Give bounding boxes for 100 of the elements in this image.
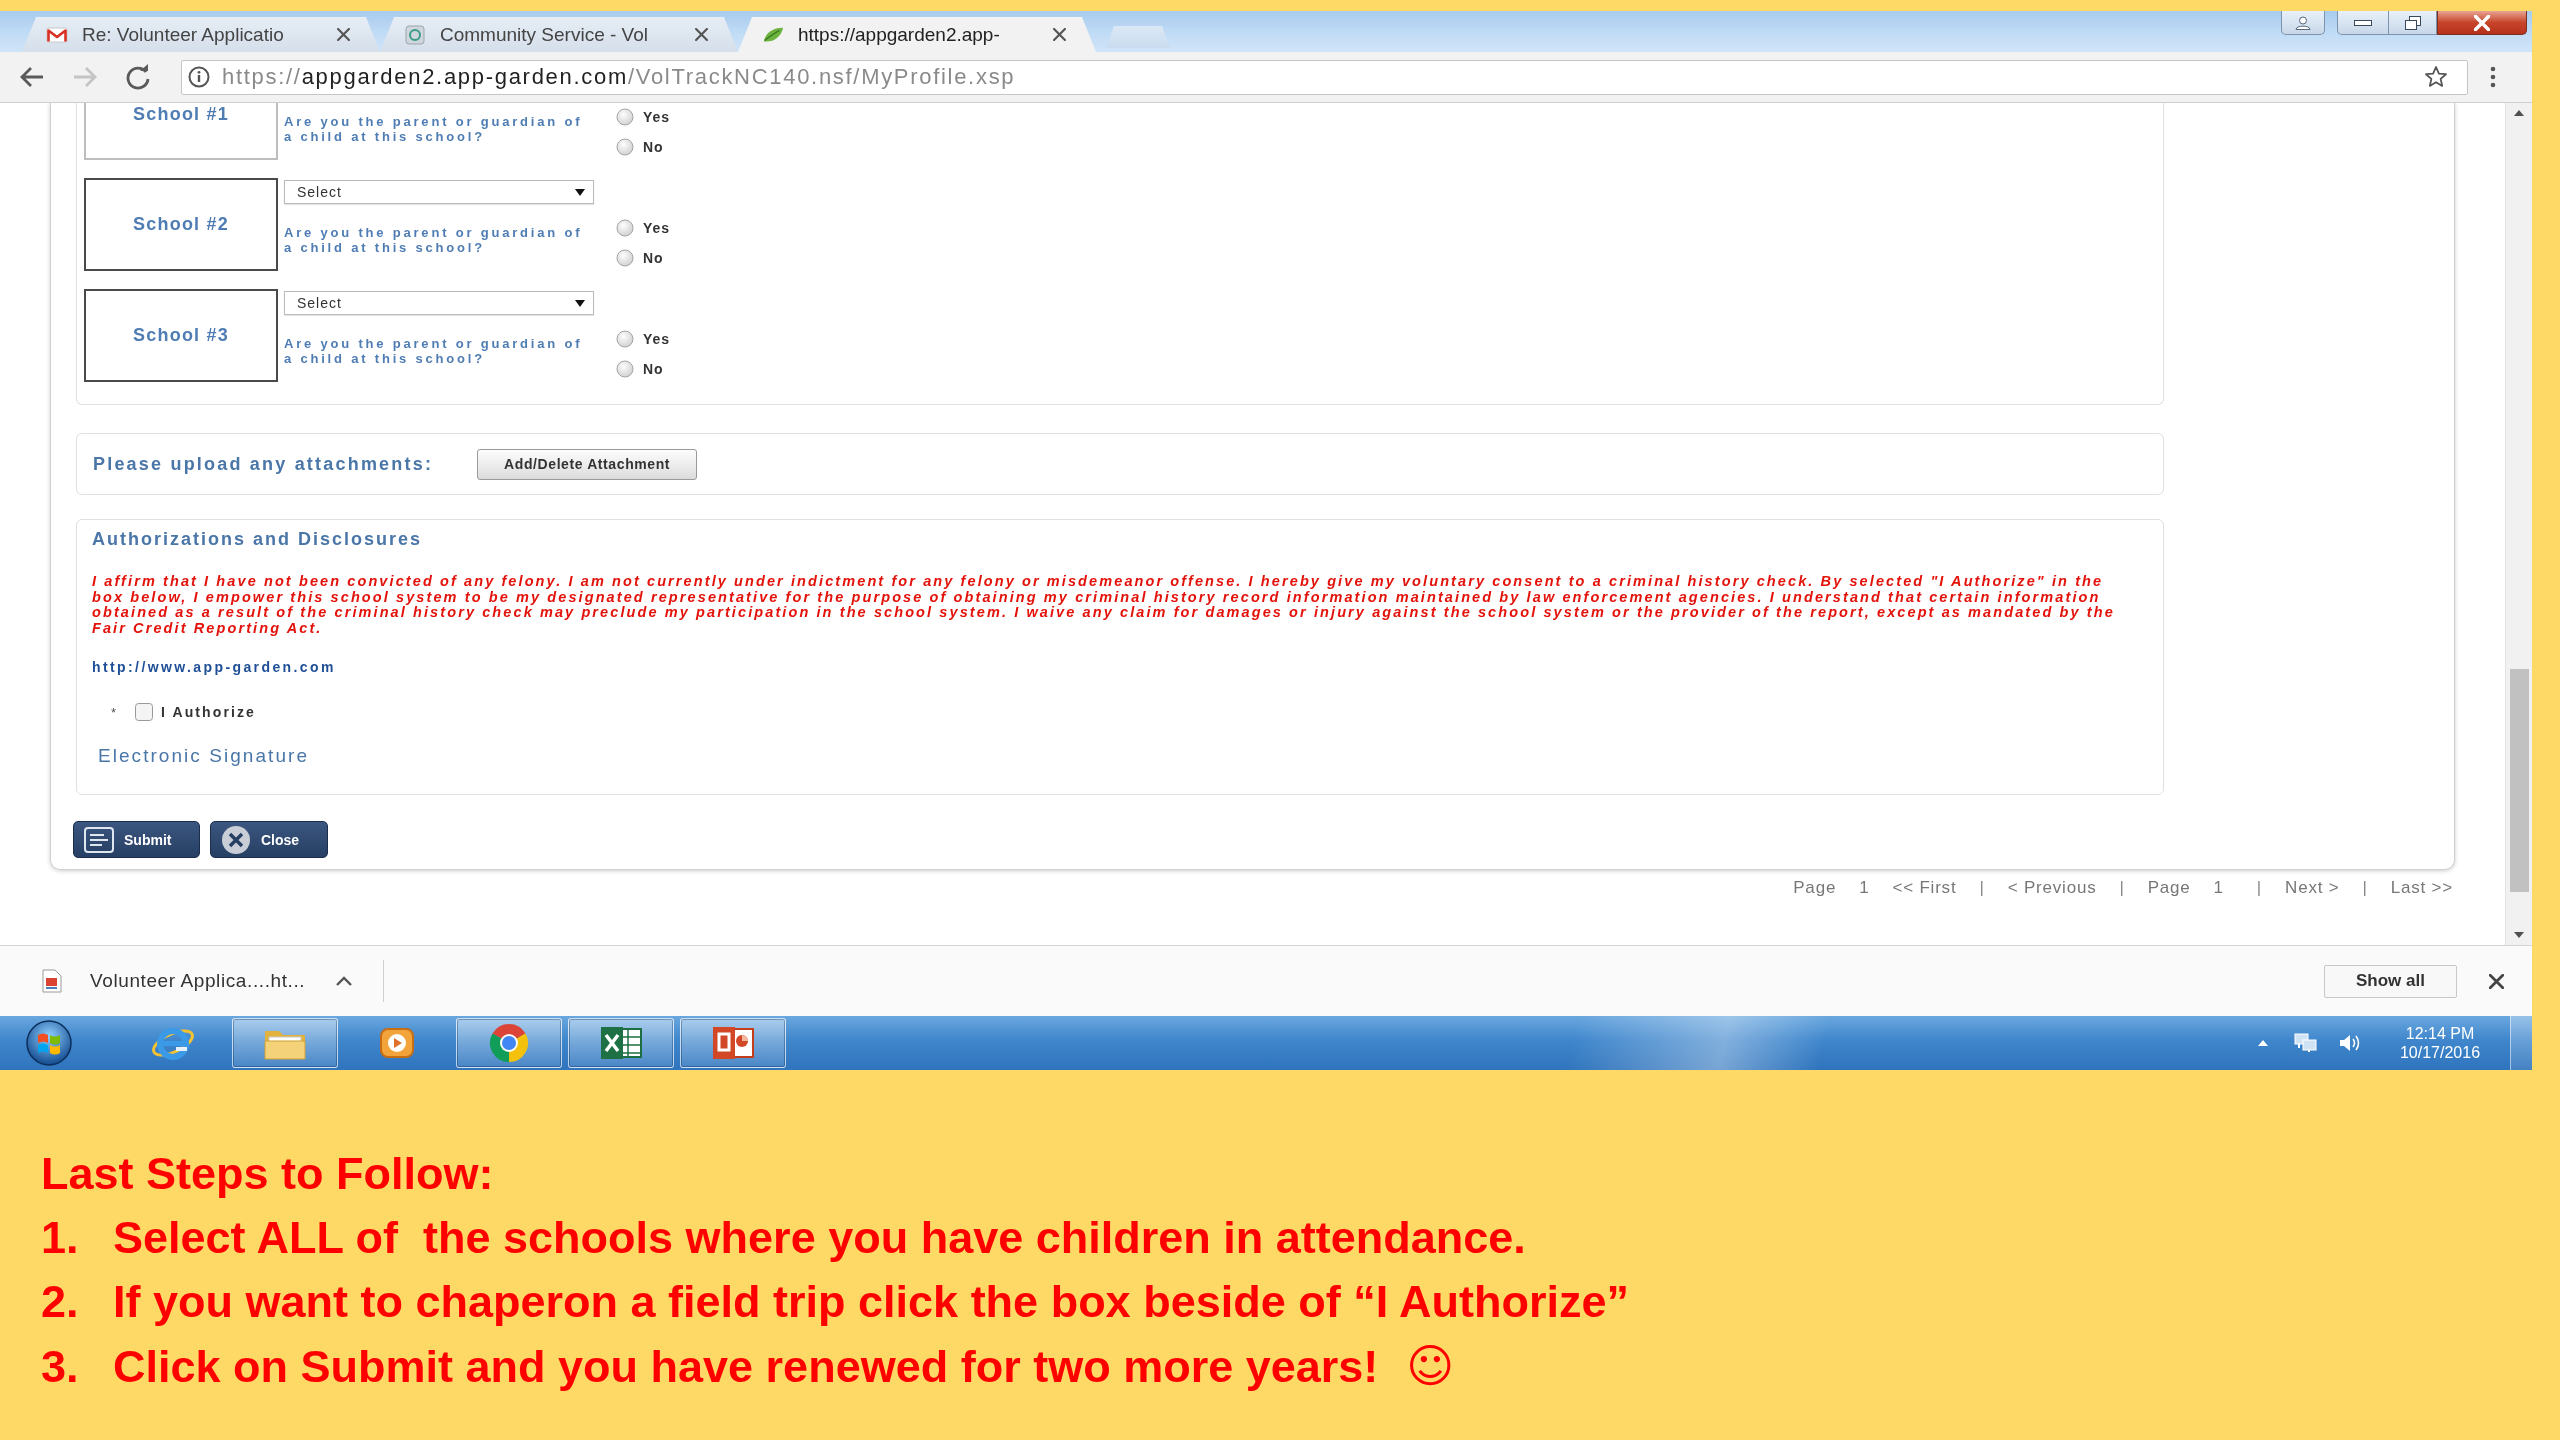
option-label: No bbox=[643, 250, 664, 266]
taskbar-button[interactable] bbox=[456, 1018, 562, 1068]
close-icon bbox=[2474, 14, 2490, 31]
file-icon bbox=[42, 969, 62, 993]
clock-date[interactable]: 10/17/2016 bbox=[2399, 1043, 2481, 1062]
pagination-link[interactable]: Next > bbox=[2285, 878, 2340, 898]
mail-icon bbox=[46, 26, 68, 43]
radio-button[interactable] bbox=[616, 108, 634, 126]
step-number: 2. bbox=[41, 1275, 80, 1329]
pagination-link[interactable]: Last >> bbox=[2390, 878, 2453, 898]
radio-button[interactable] bbox=[616, 138, 634, 156]
reload-icon[interactable] bbox=[124, 63, 152, 91]
required-mark: * bbox=[111, 704, 118, 720]
pagination-text: Page bbox=[2147, 878, 2191, 898]
show-desktop-button[interactable] bbox=[2510, 1016, 2532, 1070]
pagination-separator: | bbox=[1979, 878, 1985, 898]
pagination-text: 1 bbox=[2213, 878, 2224, 898]
checkbox-label: I Authorize bbox=[161, 704, 256, 720]
pagination-link[interactable]: < Previous bbox=[2007, 878, 2097, 898]
close-icon bbox=[221, 824, 251, 855]
browser-tab[interactable]: Re: Volunteer Applicatio bbox=[22, 17, 380, 52]
caret-up-icon[interactable] bbox=[335, 975, 354, 987]
smiley-icon: ☺ bbox=[1406, 1334, 1455, 1398]
browser-tab[interactable]: https://appgarden2.app- bbox=[738, 17, 1096, 52]
star-icon[interactable] bbox=[2424, 65, 2448, 89]
question-text: Are you the parent or guardian of a child at this school? bbox=[284, 114, 584, 144]
play-icon[interactable] bbox=[377, 1025, 417, 1061]
minimize-icon bbox=[2354, 19, 2372, 26]
close-button[interactable]: Close bbox=[210, 821, 328, 858]
download-filename[interactable]: Volunteer Applica....ht... bbox=[90, 970, 306, 992]
scroll-up-icon[interactable] bbox=[2514, 110, 2524, 116]
add-delete-attachment-button[interactable]: Add/Delete Attachment bbox=[477, 448, 698, 480]
restore-icon bbox=[2404, 15, 2421, 30]
signature-label: Electronic Signature bbox=[98, 745, 310, 767]
pagination-separator: | bbox=[2119, 878, 2125, 898]
caret-up-icon[interactable] bbox=[2258, 1040, 2268, 1046]
section-title: Authorizations and Disclosures bbox=[92, 528, 423, 550]
authorize-checkbox[interactable] bbox=[135, 703, 153, 721]
website-link[interactable]: http://www.app-garden.com bbox=[92, 658, 336, 676]
taskbar-button[interactable] bbox=[680, 1018, 786, 1068]
option-label: Yes bbox=[643, 220, 671, 236]
pagination-separator: | bbox=[2256, 878, 2263, 898]
school-heading: School #2 bbox=[84, 178, 278, 271]
question-text: Are you the parent or guardian of a child at this school? bbox=[284, 336, 584, 366]
school-heading: School #3 bbox=[84, 289, 278, 382]
scrollbar[interactable] bbox=[2505, 103, 2532, 945]
user-icon bbox=[2295, 15, 2311, 30]
option-label: Yes bbox=[643, 109, 671, 125]
attachments-label: Please upload any attachments: bbox=[93, 453, 434, 475]
leaf-icon bbox=[762, 25, 784, 44]
pagination-text: 1 bbox=[1859, 878, 1870, 898]
submit-button[interactable]: Submit bbox=[73, 821, 200, 858]
radio-button[interactable] bbox=[616, 249, 634, 267]
option-label: No bbox=[643, 139, 664, 155]
radio-button[interactable] bbox=[616, 360, 634, 378]
step-text: Click on Submit and you have renewed for two more years! bbox=[113, 1340, 1379, 1394]
step-number: 1. bbox=[41, 1211, 80, 1265]
url-text: https://appgarden2.app-garden.com/VolTrackNC140.nsf/MyProfile.xsp bbox=[222, 64, 1017, 90]
close-icon[interactable] bbox=[695, 28, 708, 41]
radio-button[interactable] bbox=[616, 330, 634, 348]
pagination-link[interactable]: << First bbox=[1892, 878, 1957, 898]
pagination-text: Page bbox=[1793, 878, 1837, 898]
disclaimer-text: I affirm that I have not been convicted of any felony. I am not currently under indictment for any felony or misdemeanor offense. I hereby give my voluntary consent to a criminal history check. By selected "I Authorize" in the box below, I empower this school system to be my designated representative for the purpose of obtaining my criminal history record information maintained by law enforcement agencies. I understand that certain information obtained as a result of the criminal history check may preclude my participation in the school system. I waive any claim for damages or injury against the school system or the provider of the report, except as mandated by the Fair Credit Reporting Act. bbox=[92, 574, 2116, 636]
scrollbar-thumb[interactable] bbox=[2509, 669, 2529, 892]
document-icon bbox=[84, 826, 114, 853]
profile-button[interactable] bbox=[2281, 11, 2325, 35]
radio-button[interactable] bbox=[616, 219, 634, 237]
scroll-down-icon[interactable] bbox=[2514, 932, 2524, 938]
caret-down-icon bbox=[575, 188, 585, 196]
spreadsheet-icon bbox=[599, 1025, 643, 1061]
page-icon bbox=[404, 24, 426, 45]
maximize-button[interactable] bbox=[2389, 11, 2437, 35]
browser-tab[interactable]: Community Service - Vol bbox=[380, 17, 738, 52]
option-label: Yes bbox=[643, 331, 671, 347]
address-field[interactable]: https://appgarden2.app-garden.com/VolTrackNC140.nsf/MyProfile.xsp bbox=[181, 59, 2468, 95]
step-text: Select ALL of the schools where you have children in attendance. bbox=[113, 1211, 1526, 1265]
speaker-icon[interactable] bbox=[2338, 1033, 2362, 1053]
close-icon[interactable] bbox=[1053, 28, 1066, 41]
school-heading: School #1 bbox=[84, 103, 278, 160]
step-text: If you want to chaperon a field trip click the box beside of “I Authorize” bbox=[113, 1275, 1629, 1329]
minimize-button[interactable] bbox=[2337, 11, 2389, 35]
window-close-button[interactable] bbox=[2437, 11, 2527, 35]
school-select[interactable]: Select bbox=[284, 180, 594, 204]
show-all-button[interactable]: Show all bbox=[2324, 964, 2457, 998]
ring-logo-icon bbox=[489, 1023, 529, 1063]
network-icon[interactable] bbox=[2294, 1033, 2318, 1053]
instructions-title: Last Steps to Follow: bbox=[41, 1147, 494, 1201]
school-select[interactable]: Select bbox=[284, 291, 594, 315]
option-label: No bbox=[643, 361, 664, 377]
question-text: Are you the parent or guardian of a child at this school? bbox=[284, 225, 584, 255]
info-icon[interactable] bbox=[188, 66, 210, 88]
taskbar-button[interactable] bbox=[232, 1018, 338, 1068]
menu-icon[interactable] bbox=[2490, 66, 2496, 88]
close-icon[interactable] bbox=[337, 28, 350, 41]
step-number: 3. bbox=[41, 1340, 80, 1394]
caret-down-icon bbox=[575, 299, 585, 307]
pagination-separator: | bbox=[2362, 878, 2368, 898]
presentation-icon bbox=[711, 1025, 755, 1061]
close-icon[interactable] bbox=[2489, 973, 2504, 989]
taskbar-button[interactable] bbox=[568, 1018, 674, 1068]
